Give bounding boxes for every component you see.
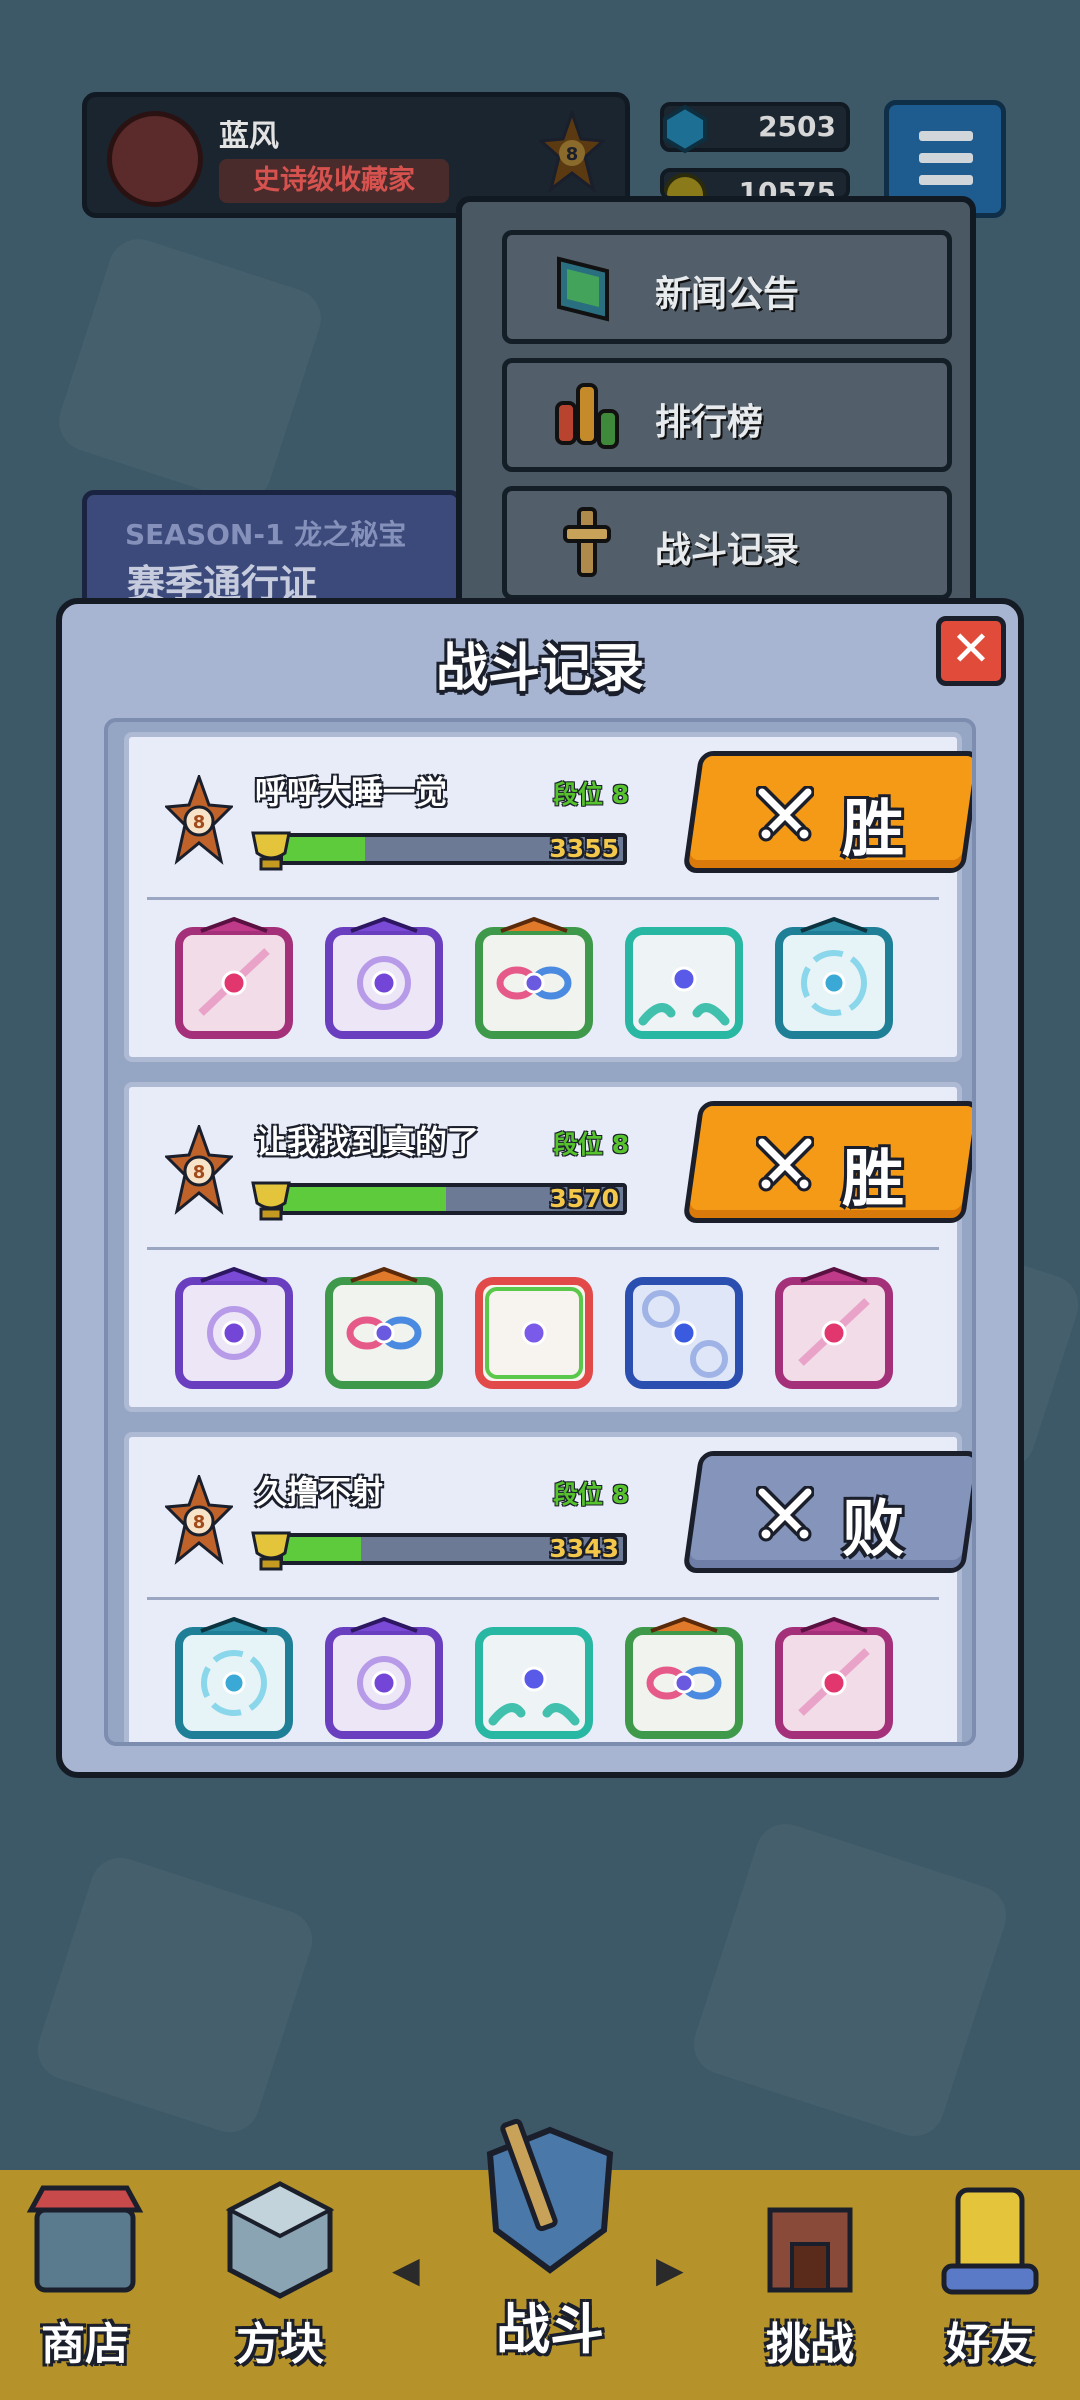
trophy-icon	[251, 831, 291, 871]
friends-icon	[941, 2187, 1039, 2295]
modal-title: 战斗记录	[435, 639, 644, 699]
gem-amount: 2503	[758, 110, 836, 143]
blue-gear-die-icon	[625, 1277, 743, 1389]
menu-dropdown: 新闻公告 排行榜 战斗记录	[456, 196, 976, 616]
purple-dragon-orb-die-icon	[325, 1617, 443, 1739]
season-name: SEASON-1 龙之秘宝	[125, 518, 407, 551]
trophy-progress-fill	[283, 837, 365, 861]
trophy-count: 3570	[549, 1184, 619, 1213]
battle-record-list[interactable]: 8 呼呼大睡一觉 段位 8 3355 胜 8 让我找到真的了 段位 8 3570…	[104, 718, 976, 1746]
nav-tab-friends[interactable]: 好友	[900, 2170, 1080, 2400]
challenge-castle-icon	[767, 2207, 853, 2293]
tier-label: 段位 8	[553, 780, 630, 809]
nav-label: 方块	[236, 2319, 324, 2370]
trophy-progress-bar: 3343	[279, 1533, 627, 1565]
battle-record-modal: 战斗记录 ✕ 8 呼呼大睡一觉 段位 8 3355 胜 8 让我找到真的了 段位…	[56, 598, 1024, 1778]
nav-tab-dice[interactable]: 方块	[190, 2170, 370, 2400]
trophy-progress-bar: 3355	[279, 833, 627, 865]
purple-dragon-orb-die-icon	[325, 917, 443, 1039]
deck-dice-row	[171, 1267, 941, 1407]
trophy-icon	[251, 1181, 291, 1221]
player-name: 蓝风	[219, 119, 279, 154]
pink-dragon-sword-die-icon	[775, 1267, 893, 1389]
battle-record-row[interactable]: 8 久撸不射 段位 8 3343 败	[124, 1432, 972, 1742]
menu-item-battle-record[interactable]: 战斗记录	[502, 486, 952, 600]
nav-label: 商店	[41, 2319, 129, 2370]
menu-item-label: 新闻公告	[655, 274, 800, 315]
rank-star-icon: 8	[165, 1475, 233, 1565]
leaderboard-bars-icon	[555, 383, 619, 449]
rank-badge-text: 8	[193, 812, 206, 833]
battle-record-row[interactable]: 8 让我找到真的了 段位 8 3570 胜	[124, 1082, 972, 1412]
trophy-icon	[251, 1531, 291, 1571]
battle-shield-icon	[486, 2118, 614, 2274]
trophy-progress-bar: 3570	[279, 1183, 627, 1215]
gem-counter[interactable]: 2503	[660, 102, 850, 154]
purple-dragon-orb-die-icon	[175, 1267, 293, 1389]
crossed-swords-icon	[756, 1486, 814, 1542]
teal-hands-die-icon	[475, 1627, 593, 1739]
result-badge-win: 胜	[682, 1101, 972, 1223]
close-button[interactable]: ✕	[936, 616, 1006, 686]
rainbow-prism-die-icon	[475, 1277, 593, 1389]
result-badge-win: 胜	[682, 751, 972, 873]
result-badge-lose: 败	[682, 1451, 972, 1573]
pink-dragon-sword-die-icon	[775, 1617, 893, 1739]
rank-star-icon: 8	[539, 111, 605, 193]
nav-tab-challenge[interactable]: 挑战	[720, 2170, 900, 2400]
menu-item-label: 排行榜	[655, 402, 764, 443]
crossed-swords-icon	[756, 1136, 814, 1192]
rainbow-dragon-infinity-die-icon	[325, 1267, 443, 1389]
rank-badge-text: 8	[193, 1162, 206, 1183]
tier-label: 段位 8	[553, 1480, 630, 1509]
result-text: 胜	[842, 1142, 905, 1215]
opponent-name: 久撸不射	[255, 1473, 384, 1511]
close-icon: ✕	[950, 621, 992, 677]
shop-icon	[26, 2185, 144, 2293]
rank-badge-text: 8	[193, 1512, 206, 1533]
menu-item-leaderboard[interactable]: 排行榜	[502, 358, 952, 472]
dice-box-icon	[225, 2181, 335, 2299]
opponent-name: 呼呼大睡一觉	[255, 773, 448, 811]
menu-item-label: 战斗记录	[655, 530, 800, 571]
result-text: 胜	[842, 792, 905, 865]
player-avatar	[107, 111, 203, 207]
rainbow-dragon-infinity-die-icon	[625, 1617, 743, 1739]
menu-item-news[interactable]: 新闻公告	[502, 230, 952, 344]
battle-record-sword-icon	[563, 507, 611, 577]
nav-label: 好友	[946, 2319, 1034, 2370]
news-monitor-icon	[557, 256, 609, 322]
gem-icon	[663, 104, 707, 154]
teal-hands-die-icon	[625, 927, 743, 1039]
hamburger-icon	[919, 131, 973, 141]
deck-dice-row	[171, 917, 941, 1057]
nav-tab-shop[interactable]: 商店	[0, 2170, 170, 2400]
nav-label: 战斗	[496, 2298, 604, 2361]
rank-level-text: 8	[566, 144, 579, 165]
rank-star-icon: 8	[165, 1125, 233, 1215]
trophy-count: 3343	[549, 1534, 619, 1563]
nav-prev-arrow-icon[interactable]: ◀	[392, 2250, 420, 2291]
deck-dice-row	[171, 1617, 941, 1742]
nav-next-arrow-icon[interactable]: ▶	[656, 2250, 684, 2291]
trophy-progress-fill	[283, 1187, 447, 1211]
pink-dragon-sword-die-icon	[175, 917, 293, 1039]
battle-record-row[interactable]: 8 呼呼大睡一觉 段位 8 3355 胜	[124, 732, 972, 1062]
nav-tab-battle[interactable]: 战斗	[420, 2118, 680, 2400]
tier-label: 段位 8	[553, 1130, 630, 1159]
divider	[147, 897, 939, 900]
divider	[147, 1597, 939, 1600]
cyan-dragon-vortex-die-icon	[775, 917, 893, 1039]
player-title: 史诗级收藏家	[219, 159, 449, 203]
rank-star-icon: 8	[165, 775, 233, 865]
nav-label: 挑战	[766, 2319, 854, 2370]
crossed-swords-icon	[756, 786, 814, 842]
trophy-count: 3355	[549, 834, 619, 863]
result-text: 败	[842, 1492, 905, 1565]
cyan-dragon-vortex-die-icon	[175, 1617, 293, 1739]
opponent-name: 让我找到真的了	[255, 1123, 480, 1161]
divider	[147, 1247, 939, 1250]
rainbow-dragon-infinity-die-icon	[475, 917, 593, 1039]
